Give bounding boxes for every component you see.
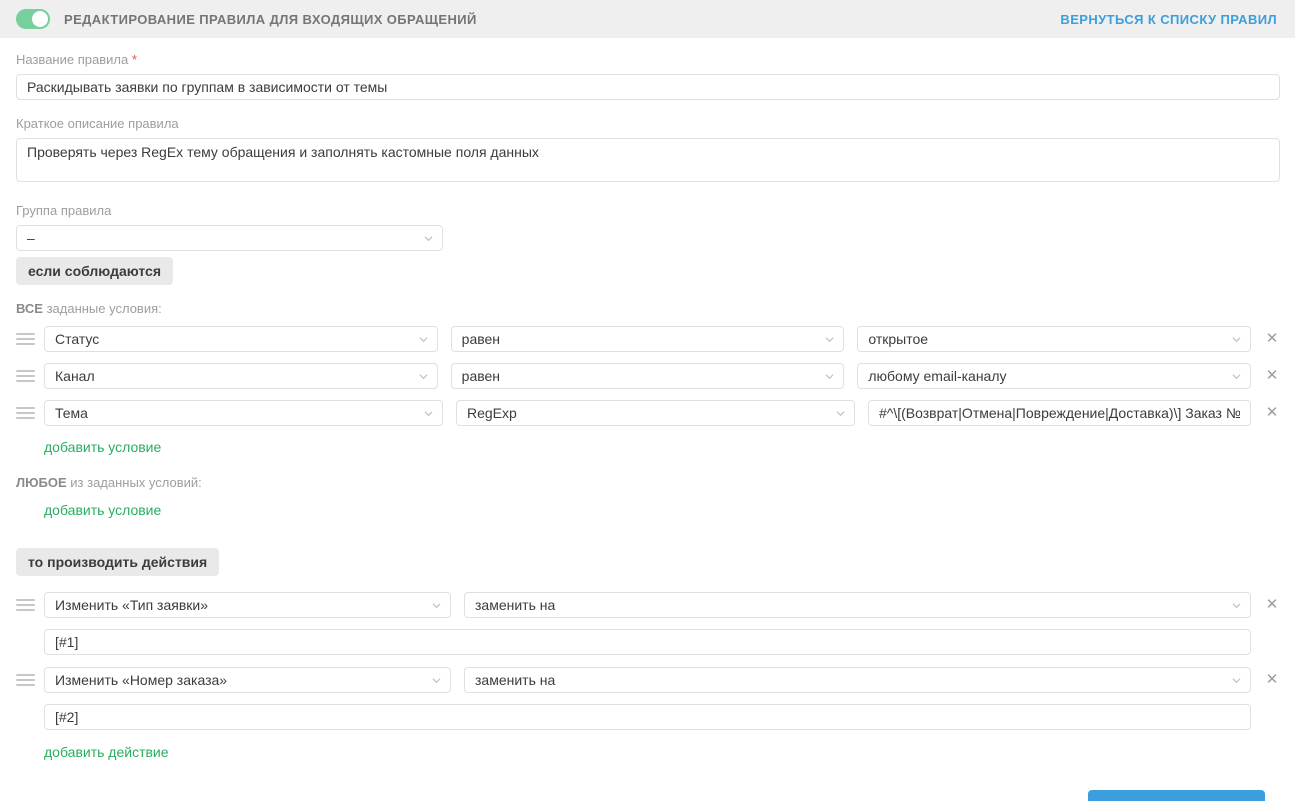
rule-description-textarea[interactable]: Проверять через RegEx тему обращения и з… [16, 138, 1280, 182]
any-conditions-label: ЛЮБОЕ из заданных условий: [16, 475, 1280, 490]
add-condition-link[interactable]: добавить условие [44, 502, 161, 518]
page-header: РЕДАКТИРОВАНИЕ ПРАВИЛА ДЛЯ ВХОДЯЩИХ ОБРА… [0, 0, 1295, 38]
chevron-down-icon [1232, 601, 1241, 610]
form-footer: отменить Сохранить изменения [16, 780, 1280, 801]
remove-condition-button[interactable]: ✕ [1264, 405, 1280, 421]
chevron-down-icon [432, 601, 441, 610]
drag-handle-icon[interactable] [16, 599, 35, 611]
chevron-down-icon [419, 372, 428, 381]
rule-form: Название правила * Краткое описание прав… [0, 38, 1295, 801]
remove-condition-button[interactable]: ✕ [1264, 331, 1280, 347]
condition-field-select[interactable]: Статус [44, 326, 438, 352]
action-row: Изменить «Тип заявки» заменить на ✕ [16, 592, 1280, 618]
chevron-down-icon [1232, 676, 1241, 685]
toggle-knob [32, 11, 48, 27]
if-conditions-badge: если соблюдаются [16, 257, 173, 285]
add-condition-link[interactable]: добавить условие [44, 439, 161, 455]
required-asterisk: * [132, 52, 137, 67]
rule-group-select[interactable]: – [16, 225, 443, 251]
action-operator-select[interactable]: заменить на [464, 592, 1251, 618]
drag-handle-icon[interactable] [16, 333, 35, 345]
chevron-down-icon [419, 335, 428, 344]
rule-name-label: Название правила * [16, 52, 1280, 67]
chevron-down-icon [432, 676, 441, 685]
condition-row: Канал равен любому email-каналу ✕ [16, 363, 1280, 389]
action-operator-select[interactable]: заменить на [464, 667, 1251, 693]
drag-handle-icon[interactable] [16, 370, 35, 382]
chevron-down-icon [825, 335, 834, 344]
drag-handle-icon[interactable] [16, 407, 35, 419]
action-type-select[interactable]: Изменить «Тип заявки» [44, 592, 451, 618]
rule-name-input[interactable] [16, 74, 1280, 100]
save-button[interactable]: Сохранить изменения [1088, 790, 1265, 801]
then-actions-badge: то производить действия [16, 548, 219, 576]
page-title: РЕДАКТИРОВАНИЕ ПРАВИЛА ДЛЯ ВХОДЯЩИХ ОБРА… [64, 12, 477, 27]
condition-field-select[interactable]: Тема [44, 400, 443, 426]
condition-value-select[interactable]: любому email-каналу [857, 363, 1251, 389]
rule-group-value: – [27, 230, 35, 246]
action-value-input[interactable] [44, 629, 1251, 655]
chevron-down-icon [1232, 335, 1241, 344]
remove-condition-button[interactable]: ✕ [1264, 368, 1280, 384]
condition-operator-select[interactable]: равен [451, 326, 845, 352]
chevron-down-icon [825, 372, 834, 381]
action-type-select[interactable]: Изменить «Номер заказа» [44, 667, 451, 693]
condition-operator-select[interactable]: RegExp [456, 400, 855, 426]
remove-action-button[interactable]: ✕ [1264, 672, 1280, 688]
condition-row: Статус равен открытое ✕ [16, 326, 1280, 352]
chevron-down-icon [836, 409, 845, 418]
chevron-down-icon [1232, 372, 1241, 381]
condition-value-select[interactable]: открытое [857, 326, 1251, 352]
back-to-rules-link[interactable]: ВЕРНУТЬСЯ К СПИСКУ ПРАВИЛ [1060, 12, 1277, 27]
action-row: Изменить «Номер заказа» заменить на ✕ [16, 667, 1280, 693]
condition-regex-input[interactable] [868, 400, 1251, 426]
condition-field-select[interactable]: Канал [44, 363, 438, 389]
drag-handle-icon[interactable] [16, 674, 35, 686]
add-action-link[interactable]: добавить действие [44, 744, 169, 760]
action-value-input[interactable] [44, 704, 1251, 730]
remove-action-button[interactable]: ✕ [1264, 597, 1280, 613]
rule-group-label: Группа правила [16, 203, 1280, 218]
cancel-button[interactable]: отменить [1002, 797, 1063, 801]
rule-description-label: Краткое описание правила [16, 116, 1280, 131]
rule-enabled-toggle[interactable] [16, 9, 50, 29]
condition-row: Тема RegExp ✕ [16, 400, 1280, 426]
condition-operator-select[interactable]: равен [451, 363, 845, 389]
chevron-down-icon [424, 409, 433, 418]
chevron-down-icon [424, 234, 433, 243]
all-conditions-label: ВСЕ заданные условия: [16, 301, 1280, 316]
